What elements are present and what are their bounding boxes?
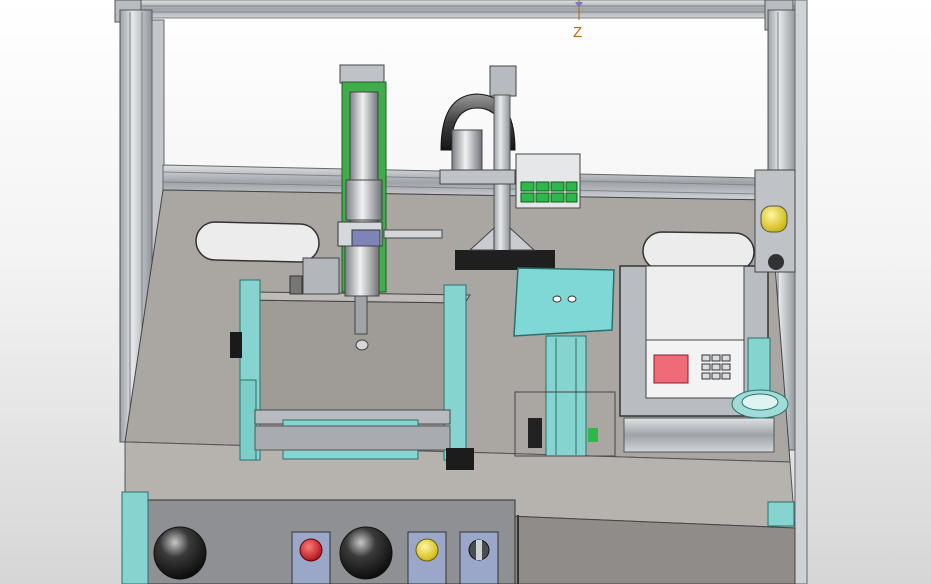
operator-button-panel[interactable] [121,491,516,584]
top-frame-beam [114,0,796,31]
z-axis-label: Z [573,24,583,41]
work-fixture-box [230,279,474,470]
indicator-panel [515,153,581,209]
corner-bracket [767,501,795,527]
weighing-scale [619,265,789,453]
start-button-left[interactable] [153,526,207,580]
selector-switch-icon[interactable] [459,531,499,584]
reset-button-icon[interactable] [407,531,447,584]
assembly-model[interactable] [0,0,931,584]
emergency-stop-icon[interactable] [291,531,331,584]
side-control-box [754,169,796,273]
start-button-right[interactable] [339,526,393,580]
cad-model-viewport[interactable]: Z [0,0,931,584]
